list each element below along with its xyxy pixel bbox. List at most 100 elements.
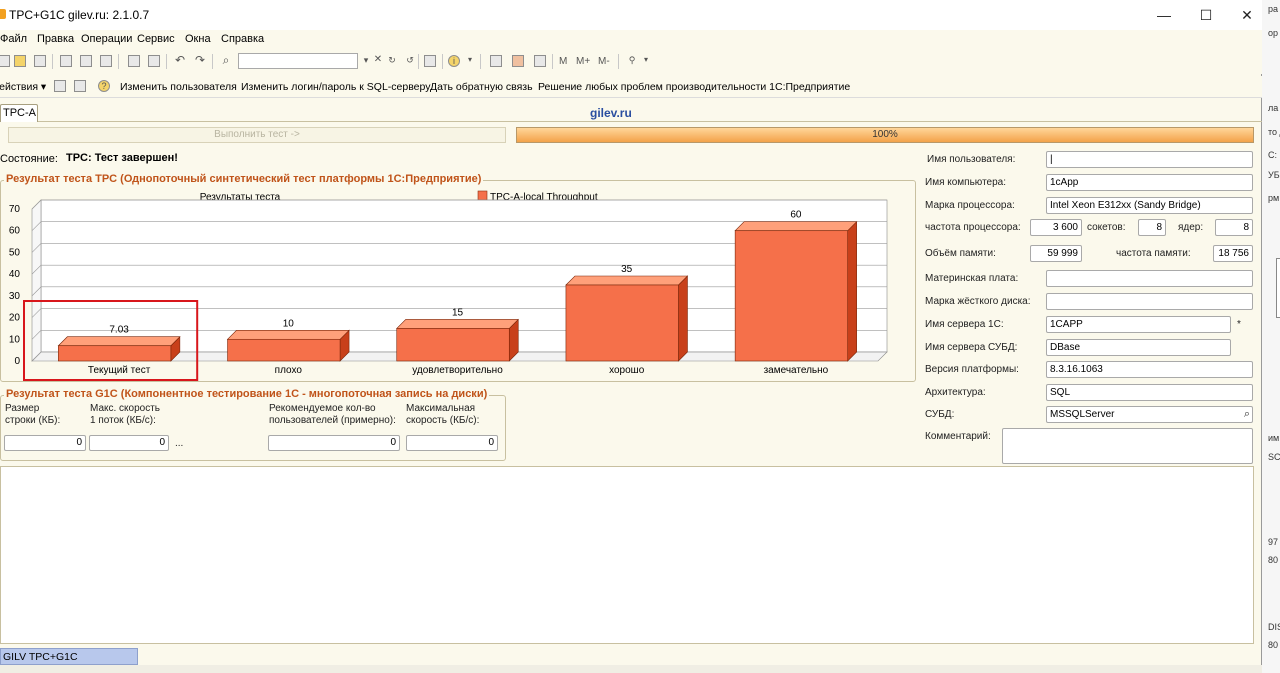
new-icon[interactable]	[0, 55, 10, 67]
cut-icon[interactable]	[60, 55, 72, 67]
cores-field[interactable]: 8	[1215, 219, 1253, 236]
ellipsis-button[interactable]: ...	[175, 438, 183, 450]
recommended-users-field[interactable]: 0	[268, 435, 400, 451]
user-icon[interactable]	[74, 80, 86, 92]
max-speed-1thread-field[interactable]: 0	[89, 435, 169, 451]
actions-menu[interactable]: Действия ▾	[0, 81, 46, 93]
dbms-field[interactable]: MSSQLServer ⌕	[1046, 406, 1253, 423]
undo-icon[interactable]: ↶	[174, 54, 186, 67]
menu-help[interactable]: Справка	[221, 33, 264, 45]
calculator-icon[interactable]	[490, 55, 502, 67]
chart-bar-top	[565, 275, 689, 286]
memory-freq-field[interactable]: 18 756	[1213, 245, 1253, 262]
menu-service[interactable]: Сервис	[137, 33, 175, 45]
memory-button[interactable]: M	[559, 56, 567, 67]
users-icon[interactable]	[534, 55, 546, 67]
architecture-field[interactable]: SQL	[1046, 384, 1253, 401]
bg-text: DIS	[1268, 622, 1280, 632]
bg-box	[1276, 258, 1280, 318]
maximize-button[interactable]: ☐	[1188, 4, 1224, 26]
bg-text: ла	[1268, 103, 1279, 113]
bg-text: то Д	[1268, 127, 1280, 137]
max-speed-field[interactable]: 0	[406, 435, 498, 451]
find-next-icon[interactable]: ↻	[386, 55, 398, 67]
memory-plus-button[interactable]: M+	[576, 56, 590, 67]
chart-bar	[58, 345, 172, 362]
save-icon[interactable]	[34, 55, 46, 67]
tools-icon[interactable]: ⚲	[626, 55, 638, 67]
max-speed-label-1: Максимальная	[406, 403, 476, 414]
change-sql-login-link[interactable]: Изменить логин/пароль к SQL-серверу	[241, 81, 430, 93]
find-prev-icon[interactable]: ↺	[404, 55, 416, 67]
menu-operations[interactable]: Операции	[81, 33, 132, 45]
redo-icon[interactable]: ↷	[194, 54, 206, 67]
window-tab-gilv[interactable]: GILV TPC+G1C	[0, 648, 138, 665]
tools-dropdown-icon[interactable]: ▾	[640, 55, 652, 67]
print-icon[interactable]	[128, 55, 140, 67]
server-1c-field[interactable]: 1CAPP	[1046, 316, 1231, 333]
user-name-field[interactable]: |	[1046, 151, 1253, 168]
state-label: Состояние:	[0, 153, 58, 165]
cpu-brand-field[interactable]: Intel Xeon E312xx (Sandy Bridge)	[1046, 197, 1253, 214]
search-icon[interactable]: ⌕	[1244, 407, 1250, 422]
clear-icon[interactable]: ✕	[372, 55, 384, 67]
chart-bar	[565, 284, 679, 362]
dropdown-icon[interactable]: ▾	[360, 55, 372, 67]
row-size-field[interactable]: 0	[4, 435, 86, 451]
motherboard-label: Материнская плата:	[925, 273, 1019, 284]
hdd-brand-field[interactable]	[1046, 293, 1253, 310]
run-test-button[interactable]: Выполнить тест ->	[8, 127, 506, 143]
platform-version-field[interactable]: 8.3.16.1063	[1046, 361, 1253, 378]
computer-name-label: Имя компьютера:	[925, 177, 1007, 188]
paste-icon[interactable]	[100, 55, 112, 67]
user-name-label: Имя пользователя:	[927, 154, 1016, 165]
close-button[interactable]: ✕	[1229, 4, 1265, 26]
site-label[interactable]: gilev.ru	[590, 106, 632, 120]
chart-data-label: 35	[621, 264, 633, 275]
memory-minus-button[interactable]: M-	[598, 56, 610, 67]
calendar-icon[interactable]	[512, 55, 524, 67]
refresh-icon[interactable]	[54, 80, 66, 92]
open-icon[interactable]	[14, 55, 26, 67]
progress-text: 100%	[872, 129, 898, 140]
memory-field[interactable]: 59 999	[1030, 245, 1082, 262]
tab-tpca[interactable]: TPC-A	[0, 104, 38, 122]
chart-bar-side	[678, 275, 688, 362]
chart-x-axis: Текущий тест плохо удовлетворительно хорошо…	[88, 365, 829, 376]
chart-bar-top	[734, 221, 858, 232]
toolbar-separator	[418, 54, 419, 69]
performance-link[interactable]: Решение любых проблем производительности…	[538, 81, 850, 93]
menu-edit[interactable]: Правка	[37, 33, 74, 45]
app-icon	[0, 9, 6, 19]
chart-data-label: 60	[790, 210, 802, 221]
legend-swatch	[477, 190, 488, 201]
copy-icon[interactable]	[80, 55, 92, 67]
chart-y-tick-label: 10	[9, 334, 21, 345]
chart-bar-top	[396, 319, 519, 329]
g1c-result-title: Результат теста G1C (Компонентное тестир…	[4, 388, 490, 400]
minimize-button[interactable]: —	[1146, 4, 1182, 26]
cpu-freq-field[interactable]: 3 600	[1030, 219, 1082, 236]
windows-icon[interactable]	[424, 55, 436, 67]
db-server-field[interactable]: DBase	[1046, 339, 1231, 356]
chart-x-tick-label: плохо	[275, 365, 303, 376]
search-input[interactable]	[238, 53, 358, 69]
info-icon[interactable]: i	[448, 55, 460, 67]
feedback-link[interactable]: Дать обратную связь	[430, 81, 533, 93]
motherboard-field[interactable]	[1046, 270, 1253, 287]
help-icon[interactable]: ?	[98, 80, 110, 92]
computer-name-field[interactable]: 1cApp	[1046, 174, 1253, 191]
chart-data-label: 15	[452, 307, 464, 318]
info-dropdown-icon[interactable]: ▾	[464, 55, 476, 67]
chart-y-tick-label: 40	[9, 269, 21, 280]
menu-windows[interactable]: Окна	[185, 33, 211, 45]
toolbar-separator	[212, 54, 213, 69]
comment-field[interactable]	[1002, 428, 1253, 464]
toolbar-separator	[118, 54, 119, 69]
toolbar: ↶ ↷ ⌕ ▾ ✕ ↻ ↺ i ▾ M M+ M- ⚲ ▾	[0, 50, 1262, 74]
search-icon[interactable]: ⌕	[220, 54, 232, 67]
preview-icon[interactable]	[148, 55, 160, 67]
change-user-link[interactable]: Изменить пользователя	[120, 81, 237, 93]
sockets-field[interactable]: 8	[1138, 219, 1166, 236]
menu-file[interactable]: Файл	[0, 33, 27, 45]
